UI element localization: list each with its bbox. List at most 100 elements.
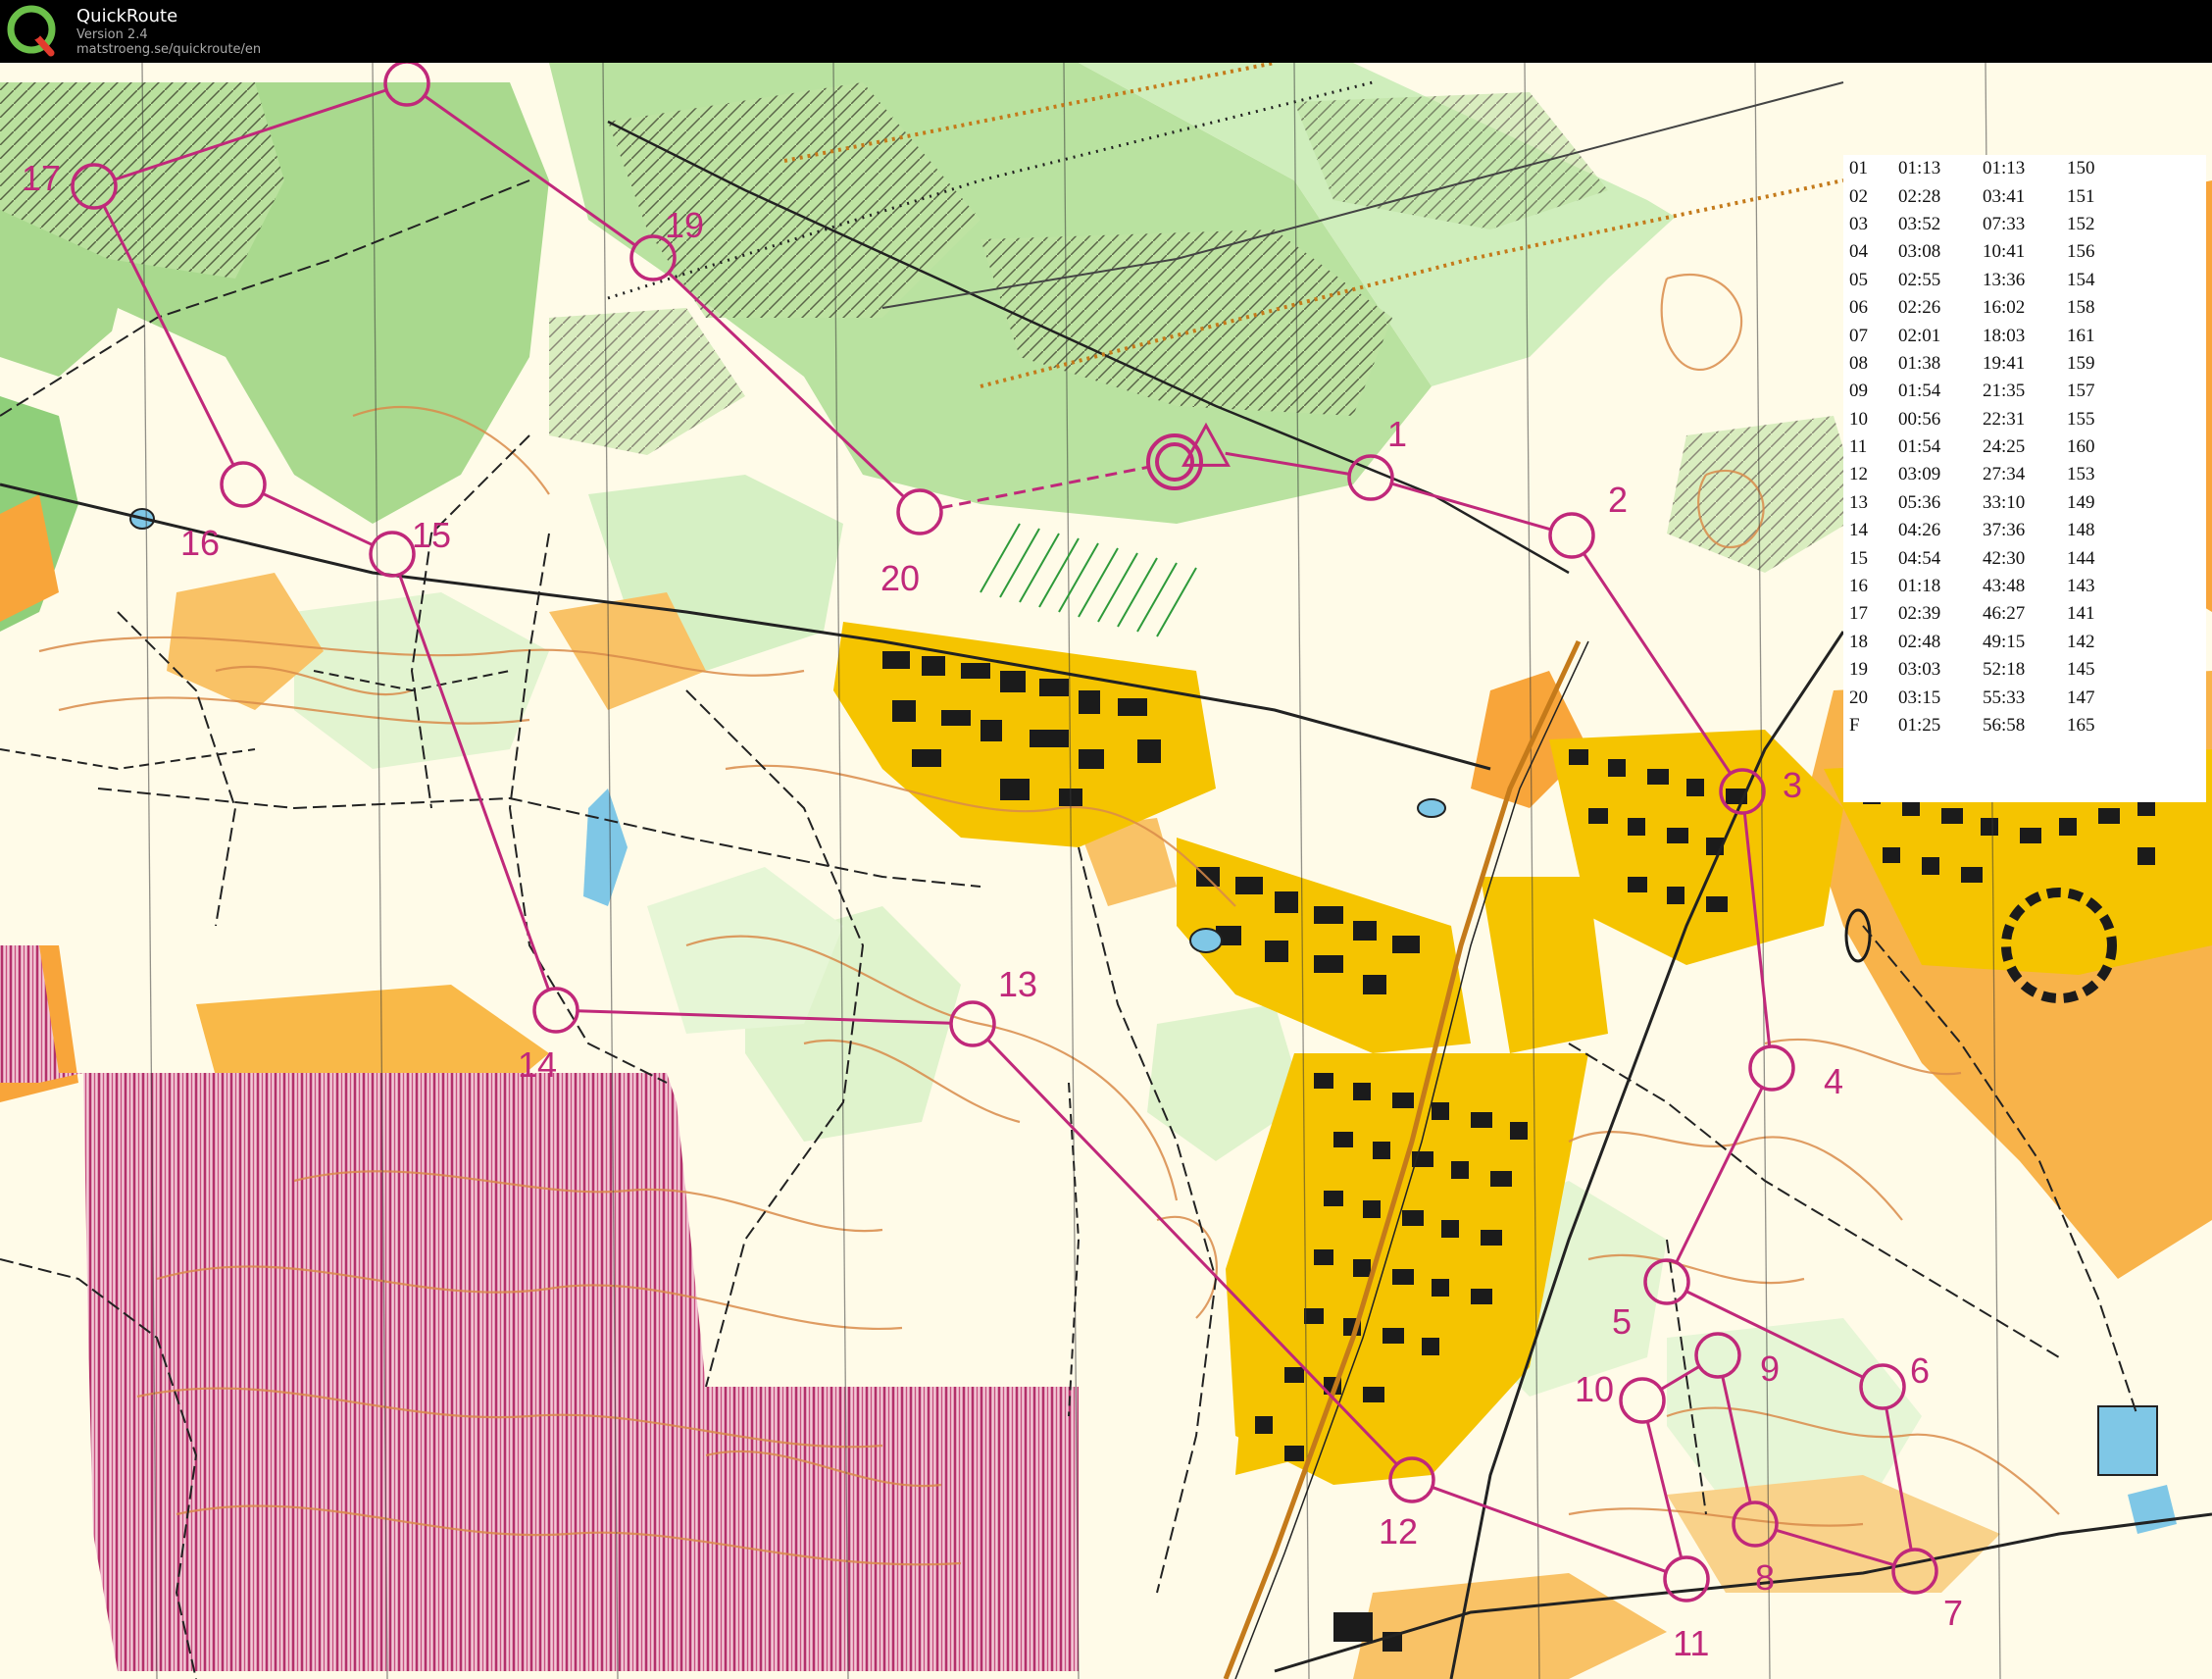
split-row: 09 01:54 21:35 157 (1843, 378, 2116, 405)
split-total: 55:33 (1983, 687, 2026, 708)
split-row: 08 01:38 19:41 159 (1843, 350, 2116, 378)
split-num: 05 (1849, 269, 1868, 290)
split-row: 01 01:13 01:13 150 (1843, 155, 2116, 182)
split-total: 13:36 (1983, 269, 2026, 290)
split-row: 05 02:55 13:36 154 (1843, 267, 2116, 294)
split-row: 04 03:08 10:41 156 (1843, 238, 2116, 266)
split-leg: 02:28 (1898, 185, 1941, 207)
split-total: 03:41 (1983, 185, 2026, 207)
split-place: 161 (2067, 325, 2095, 346)
control-number-label: 10 (1575, 1369, 1614, 1409)
split-num: 16 (1849, 576, 1868, 597)
split-place: 145 (2067, 659, 2095, 681)
split-place: 153 (2067, 464, 2095, 485)
split-place: 157 (2067, 381, 2095, 402)
split-place: 144 (2067, 547, 2095, 569)
split-times-table: 01 01:13 01:13 150 02 02:28 03:41 151 03 03:52 07:… (1843, 155, 2206, 802)
split-leg: 02:39 (1898, 603, 1941, 625)
split-total: 37:36 (1983, 520, 2026, 541)
control-number-label: 7 (1943, 1593, 1963, 1633)
app-version: Version 2.4 (76, 27, 148, 42)
split-leg: 03:15 (1898, 687, 1941, 708)
split-leg: 04:54 (1898, 547, 1941, 569)
split-num: 20 (1849, 687, 1868, 708)
split-place: 149 (2067, 491, 2095, 513)
split-total: 52:18 (1983, 659, 2026, 681)
split-total: 18:03 (1983, 325, 2026, 346)
split-total: 42:30 (1983, 547, 2026, 569)
split-num: 02 (1849, 185, 1868, 207)
split-row: 07 02:01 18:03 161 (1843, 322, 2116, 349)
control-number-label: 2 (1608, 480, 1628, 520)
split-row: 15 04:54 42:30 144 (1843, 544, 2116, 572)
split-place: 154 (2067, 269, 2095, 290)
split-place: 142 (2067, 631, 2095, 652)
split-leg: 02:26 (1898, 297, 1941, 319)
split-row: 18 02:48 49:15 142 (1843, 629, 2116, 656)
split-leg: 02:55 (1898, 269, 1941, 290)
split-leg: 01:18 (1898, 576, 1941, 597)
split-total: 27:34 (1983, 464, 2026, 485)
split-num: 10 (1849, 408, 1868, 430)
split-num: 09 (1849, 381, 1868, 402)
split-num: 14 (1849, 520, 1868, 541)
control-number-label: 20 (880, 558, 920, 598)
control-number-label: 1 (1387, 414, 1407, 454)
split-place: 151 (2067, 185, 2095, 207)
quickroute-window: QuickRoute Version 2.4 matstroeng.se/qui… (0, 0, 2212, 1679)
split-num: 12 (1849, 464, 1868, 485)
quickroute-logo-icon (7, 5, 56, 57)
control-number-label: 13 (998, 964, 1037, 1004)
control-number-label: 4 (1824, 1061, 1843, 1101)
control-number-label: 14 (518, 1044, 557, 1085)
split-row: 19 03:03 52:18 145 (1843, 656, 2116, 684)
control-number-label: 12 (1379, 1511, 1418, 1552)
split-num: 04 (1849, 241, 1868, 263)
split-place: 165 (2067, 715, 2095, 736)
control-number-label: 9 (1760, 1348, 1780, 1389)
app-title: QuickRoute (76, 6, 178, 26)
split-row: 14 04:26 37:36 148 (1843, 517, 2116, 544)
split-leg: 01:25 (1898, 715, 1941, 736)
split-num: 03 (1849, 213, 1868, 234)
split-leg: 00:56 (1898, 408, 1941, 430)
split-place: 143 (2067, 576, 2095, 597)
split-place: 159 (2067, 352, 2095, 374)
split-total: 07:33 (1983, 213, 2026, 234)
split-leg: 01:13 (1898, 158, 1941, 179)
control-number-label: 5 (1612, 1301, 1632, 1342)
split-total: 10:41 (1983, 241, 2026, 263)
split-place: 158 (2067, 297, 2095, 319)
split-total: 01:13 (1983, 158, 2026, 179)
split-leg: 01:38 (1898, 352, 1941, 374)
split-row: 16 01:18 43:48 143 (1843, 573, 2116, 600)
split-row: 20 03:15 55:33 147 (1843, 684, 2116, 711)
orienteering-map[interactable]: 1 2 3 4 5 6 7 8 9 10 11 12 13 14 15 16 17 19 20 01 01:13 01:… (0, 63, 2212, 1679)
control-number-label: 8 (1755, 1557, 1775, 1598)
split-place: 152 (2067, 213, 2095, 234)
split-total: 21:35 (1983, 381, 2026, 402)
split-row: 11 01:54 24:25 160 (1843, 433, 2116, 461)
split-leg: 03:03 (1898, 659, 1941, 681)
split-leg: 03:52 (1898, 213, 1941, 234)
split-leg: 02:48 (1898, 631, 1941, 652)
split-num: 13 (1849, 491, 1868, 513)
split-num: 06 (1849, 297, 1868, 319)
split-row: 02 02:28 03:41 151 (1843, 182, 2116, 210)
split-leg: 05:36 (1898, 491, 1941, 513)
split-total: 19:41 (1983, 352, 2026, 374)
split-num: 11 (1849, 436, 1868, 458)
split-leg: 04:26 (1898, 520, 1941, 541)
split-total: 16:02 (1983, 297, 2026, 319)
split-leg: 01:54 (1898, 436, 1941, 458)
split-row: 10 00:56 22:31 155 (1843, 406, 2116, 433)
split-place: 155 (2067, 408, 2095, 430)
control-number-label: 11 (1673, 1623, 1709, 1663)
split-place: 148 (2067, 520, 2095, 541)
control-number-label: 17 (22, 158, 61, 198)
control-number-label: 3 (1783, 765, 1802, 805)
split-row: F 01:25 56:58 165 (1843, 712, 2116, 739)
split-leg: 03:08 (1898, 241, 1941, 263)
split-row: 13 05:36 33:10 149 (1843, 489, 2116, 517)
split-total: 22:31 (1983, 408, 2026, 430)
